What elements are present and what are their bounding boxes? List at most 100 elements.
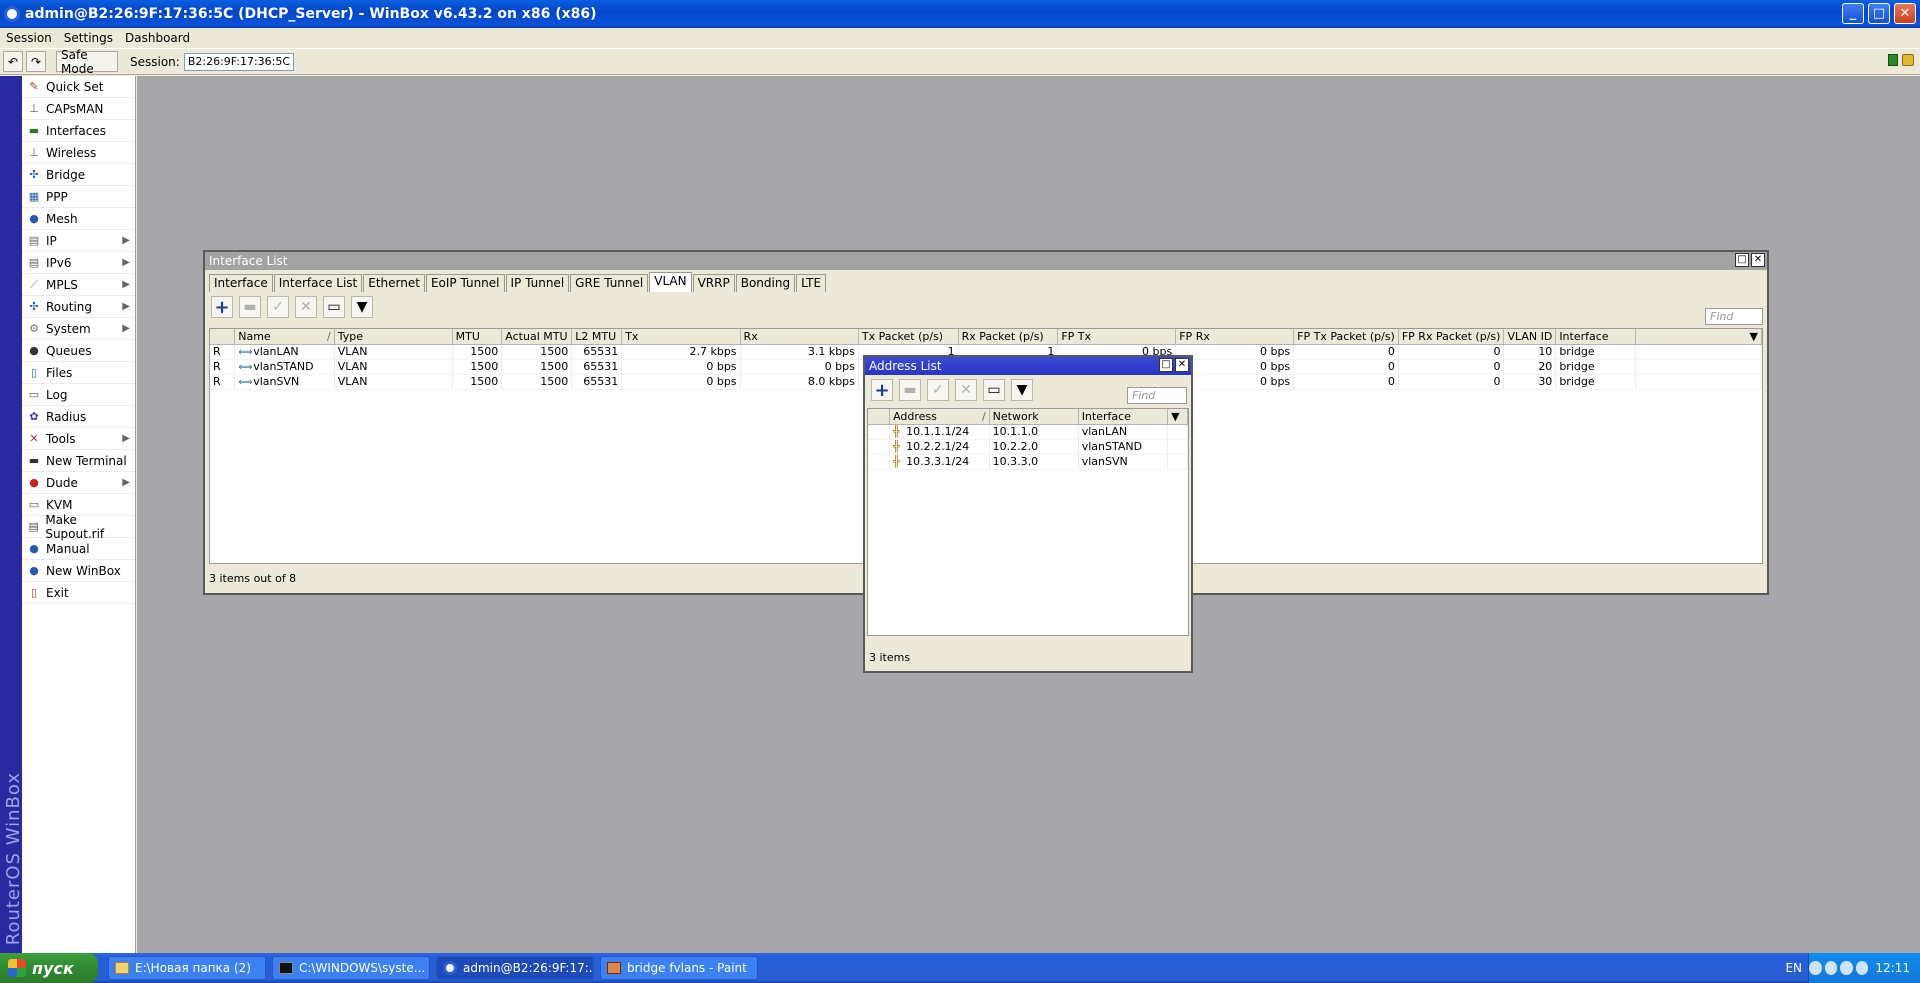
column-chooser-button[interactable]: ▼ bbox=[1635, 329, 1762, 345]
table-row[interactable]: ╬ 10.3.3.1/24 10.3.3.0 vlanSVN bbox=[868, 454, 1188, 470]
sidebar-item-files[interactable]: ▯ Files bbox=[22, 362, 135, 384]
comment-button[interactable]: ▭ bbox=[323, 296, 345, 318]
col-interface[interactable]: Interface bbox=[1078, 409, 1169, 425]
sidebar-item-new-winbox[interactable]: ● New WinBox bbox=[22, 560, 135, 582]
col-select[interactable] bbox=[868, 409, 891, 425]
add-button[interactable]: + bbox=[211, 296, 233, 318]
interface-list-close-button[interactable]: ✕ bbox=[1751, 253, 1765, 267]
tab-ip-tunnel[interactable]: IP Tunnel bbox=[505, 274, 570, 292]
remove-button[interactable]: ▬ bbox=[239, 296, 261, 318]
sidebar-item-ppp[interactable]: ▦ PPP bbox=[22, 186, 135, 208]
address-list-maximize-button[interactable]: □ bbox=[1159, 358, 1173, 372]
filter-button[interactable]: ▼ bbox=[351, 296, 373, 318]
volume-tray-icon[interactable] bbox=[1840, 961, 1853, 975]
remove-button[interactable]: ▬ bbox=[899, 379, 921, 401]
col-tx[interactable]: Tx bbox=[621, 329, 741, 345]
col-fp-tx-packet[interactable]: FP Tx Packet (p/s) bbox=[1293, 329, 1399, 345]
redo-button[interactable]: ↷ bbox=[26, 51, 46, 72]
menu-settings[interactable]: Settings bbox=[58, 31, 119, 45]
filter-button[interactable]: ▼ bbox=[1011, 379, 1033, 401]
disable-button[interactable]: ✕ bbox=[295, 296, 317, 318]
col-rx[interactable]: Rx bbox=[740, 329, 859, 345]
tab-interface-list[interactable]: Interface List bbox=[273, 274, 363, 292]
network-tray-icon[interactable] bbox=[1809, 961, 1822, 975]
maximize-button[interactable]: □ bbox=[1868, 3, 1890, 24]
tab-eoip-tunnel[interactable]: EoIP Tunnel bbox=[425, 274, 505, 292]
col-actual-mtu[interactable]: Actual MTU bbox=[501, 329, 573, 345]
add-button[interactable]: + bbox=[871, 379, 893, 401]
tab-vrrp[interactable]: VRRP bbox=[692, 274, 735, 292]
taskbar-item-folder[interactable]: E:\Новая папка (2) bbox=[108, 956, 266, 980]
col-type[interactable]: Type bbox=[334, 329, 453, 345]
col-l2-mtu[interactable]: L2 MTU bbox=[571, 329, 623, 345]
address-list-close-button[interactable]: ✕ bbox=[1175, 358, 1189, 372]
sidebar-item-dude[interactable]: ● Dude ▶ bbox=[22, 472, 135, 494]
interface-find-input[interactable]: Find bbox=[1705, 308, 1763, 325]
close-button[interactable]: ✕ bbox=[1894, 3, 1916, 24]
sidebar-item-bridge[interactable]: ✣ Bridge bbox=[22, 164, 135, 186]
tab-lte[interactable]: LTE bbox=[796, 274, 827, 292]
menu-dashboard[interactable]: Dashboard bbox=[119, 31, 196, 45]
tab-interface[interactable]: Interface bbox=[209, 274, 273, 292]
safely-remove-tray-icon[interactable] bbox=[1824, 961, 1838, 975]
sidebar-item-quick-set[interactable]: ✎ Quick Set bbox=[22, 76, 135, 98]
col-fp-tx[interactable]: FP Tx bbox=[1057, 329, 1177, 345]
clock[interactable]: 12:11 bbox=[1875, 961, 1910, 975]
sidebar-item-mpls[interactable]: ⟋ MPLS ▶ bbox=[22, 274, 135, 296]
sidebar-item-routing[interactable]: ✣ Routing ▶ bbox=[22, 296, 135, 318]
sidebar-item-wireless[interactable]: ⊥ Wireless bbox=[22, 142, 135, 164]
ip-icon: ▤ bbox=[28, 234, 40, 247]
sidebar-item-queues[interactable]: ● Queues bbox=[22, 340, 135, 362]
sidebar-item-new-terminal[interactable]: ▬ New Terminal bbox=[22, 450, 135, 472]
start-button[interactable]: пуск bbox=[0, 953, 98, 983]
sidebar-item-capsman[interactable]: ⊥ CAPsMAN bbox=[22, 98, 135, 120]
security-tray-icon[interactable] bbox=[1855, 961, 1869, 975]
sidebar-item-radius[interactable]: ✿ Radius bbox=[22, 406, 135, 428]
sidebar-item-tools[interactable]: ✕ Tools ▶ bbox=[22, 428, 135, 450]
col-network[interactable]: Network bbox=[989, 409, 1079, 425]
sidebar-item-exit[interactable]: ▯ Exit bbox=[22, 582, 135, 604]
sidebar-item-ipv6[interactable]: ▤ IPv6 ▶ bbox=[22, 252, 135, 274]
col-address[interactable]: Address / bbox=[889, 409, 990, 425]
col-flag[interactable] bbox=[210, 329, 236, 345]
taskbar-item-winbox[interactable]: admin@B2:26:9F:17:... bbox=[436, 956, 594, 980]
sidebar-item-interfaces[interactable]: ▬ Interfaces bbox=[22, 120, 135, 142]
menu-session[interactable]: Session bbox=[0, 31, 58, 45]
col-fp-rx[interactable]: FP Rx bbox=[1175, 329, 1295, 345]
col-name[interactable]: Name / bbox=[234, 329, 335, 345]
column-chooser-button[interactable]: ▼ bbox=[1167, 409, 1188, 425]
col-fp-rx-packet[interactable]: FP Rx Packet (p/s) bbox=[1398, 329, 1505, 345]
language-indicator[interactable]: EN bbox=[1785, 961, 1802, 975]
col-vlan-id[interactable]: VLAN ID bbox=[1503, 329, 1557, 345]
sidebar-item-manual[interactable]: ● Manual bbox=[22, 538, 135, 560]
taskbar-item-cmd[interactable]: C:\WINDOWS\syste... bbox=[272, 956, 430, 980]
disable-button[interactable]: ✕ bbox=[955, 379, 977, 401]
comment-button[interactable]: ▭ bbox=[983, 379, 1005, 401]
enable-button[interactable]: ✓ bbox=[267, 296, 289, 318]
undo-button[interactable]: ↶ bbox=[3, 51, 23, 72]
col-rx-packet[interactable]: Rx Packet (p/s) bbox=[958, 329, 1059, 345]
enable-button[interactable]: ✓ bbox=[927, 379, 949, 401]
sidebar-item-log[interactable]: ▭ Log bbox=[22, 384, 135, 406]
address-find-input[interactable]: Find bbox=[1127, 387, 1187, 404]
sidebar-item-system[interactable]: ⚙ System ▶ bbox=[22, 318, 135, 340]
col-tx-packet[interactable]: Tx Packet (p/s) bbox=[858, 329, 959, 345]
sidebar-item-make-supout[interactable]: ▤ Make Supout.rif bbox=[22, 513, 135, 541]
safe-mode-button[interactable]: Safe Mode bbox=[56, 48, 118, 76]
tab-gre-tunnel[interactable]: GRE Tunnel bbox=[570, 274, 649, 292]
tab-vlan[interactable]: VLAN bbox=[649, 272, 692, 292]
table-row[interactable]: ╬ 10.2.2.1/24 10.2.2.0 vlanSTAND bbox=[868, 439, 1188, 455]
interface-list-maximize-button[interactable]: □ bbox=[1735, 253, 1749, 267]
taskbar-item-paint[interactable]: bridge fvlans - Paint bbox=[600, 956, 758, 980]
sidebar-item-mesh[interactable]: ● Mesh bbox=[22, 208, 135, 230]
table-row[interactable]: ╬ 10.1.1.1/24 10.1.1.0 vlanLAN bbox=[868, 424, 1188, 440]
col-mtu[interactable]: MTU bbox=[452, 329, 503, 345]
col-interface[interactable]: Interface bbox=[1555, 329, 1636, 345]
row-network: 10.3.3.0 bbox=[989, 454, 1079, 470]
interface-list-titlebar[interactable]: Interface List □ ✕ bbox=[205, 252, 1767, 270]
tab-ethernet[interactable]: Ethernet bbox=[363, 274, 425, 292]
sidebar-item-ip[interactable]: ▤ IP ▶ bbox=[22, 230, 135, 252]
tab-bonding[interactable]: Bonding bbox=[735, 274, 796, 292]
address-list-titlebar[interactable]: Address List □ ✕ bbox=[865, 357, 1191, 375]
minimize-button[interactable]: _ bbox=[1842, 3, 1864, 24]
